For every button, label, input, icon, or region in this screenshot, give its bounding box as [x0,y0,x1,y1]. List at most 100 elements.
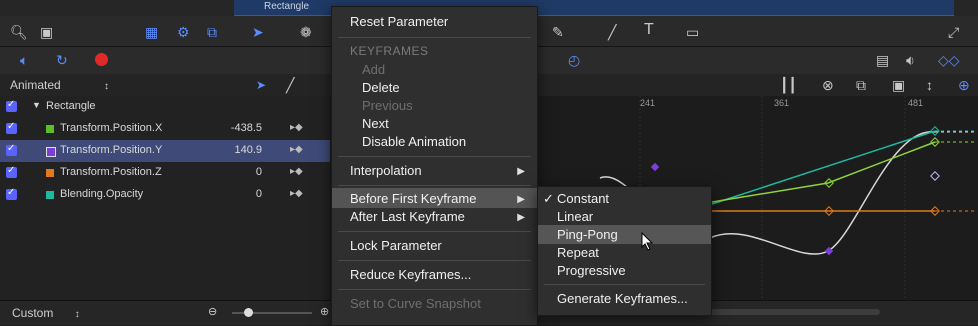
menu-item-reset-parameter[interactable]: Reset Parameter [350,14,448,29]
menu-item-disable-animation[interactable]: Disable Animation [362,134,466,149]
parameter-row[interactable]: Transform.Position.Z 0 ▸◆ [0,162,330,184]
menu-item-previous: Previous [362,98,413,113]
menu-item-before-first-keyframe[interactable]: Before First Keyframe [350,191,476,206]
row-value[interactable]: 140.9 [234,144,262,156]
mouse-cursor-icon [641,232,654,251]
snap-icon[interactable]: ↕ [926,77,933,93]
menu-separator [338,37,531,38]
color-swatch [46,147,56,157]
audio-icon[interactable]: 🔉︎ [906,52,915,68]
group-row[interactable]: ▼ Rectangle [0,96,330,118]
row-label: Transform.Position.X [60,122,163,134]
keyframe-nav-icon[interactable]: ◇◇ [938,52,960,68]
context-menu: Reset Parameter KEYFRAMES Add Delete Pre… [331,6,538,326]
film-icon[interactable]: ▤ [876,52,889,68]
keyframe-icon[interactable]: ▸◆ [290,122,303,133]
menu-item-next[interactable]: Next [362,116,389,131]
record-button[interactable] [95,53,108,66]
color-swatch [46,169,54,177]
zoom-out-icon[interactable]: ⊖ [208,305,217,318]
menu-item-lock-parameter[interactable]: Lock Parameter [350,238,442,253]
brush-icon[interactable]: ╱ [608,24,616,40]
row-label: Transform.Position.Z [60,166,162,178]
fit-curve-icon[interactable]: ⧉ [856,77,866,93]
menu-separator [338,260,531,261]
group-checkbox[interactable] [6,99,17,112]
menu-item-delete[interactable]: Delete [362,80,400,95]
submenu-item-ping-pong[interactable]: Ping-Pong [557,227,618,242]
menu-separator [544,284,705,285]
menu-header-keyframes: KEYFRAMES [350,44,429,58]
row-checkbox[interactable] [6,143,17,156]
parameter-row[interactable]: Transform.Position.Y 140.9 ▸◆ [0,140,330,162]
submenu-arrow-icon: ▶ [517,194,525,205]
ruler-tick: 361 [774,98,790,108]
select-arrow-icon[interactable]: ➤ [252,24,264,40]
pen-tool-icon[interactable]: ✎ [552,24,564,40]
search-icon[interactable]: 🔍︎ [10,24,28,40]
keyframe-icon[interactable]: ▸◆ [290,166,303,177]
timeline-ruler: 241 361 481 [540,96,978,110]
row-label: Transform.Position.Y [60,144,163,156]
menu-item-add: Add [362,62,386,77]
line-tool-icon[interactable]: ╱ [286,77,294,93]
submenu-item-constant[interactable]: Constant [557,191,609,206]
color-swatch [46,125,54,133]
parameter-list: ▼ Rectangle Transform.Position.X -438.5 … [0,96,330,300]
pointer-icon[interactable]: ➤ [256,77,266,93]
waveform-icon[interactable]: ┃┃ [780,77,797,93]
timer-icon[interactable]: ◴ [568,52,580,68]
expand-icon[interactable]: ⤢ [948,24,959,40]
text-tool-icon[interactable]: T [644,22,654,38]
color-swatch [46,191,54,199]
menu-item-interpolation[interactable]: Interpolation [350,163,422,178]
speaker-icon[interactable]: 🔈︎ [20,52,28,68]
animated-label: Animated [10,78,61,92]
row-value[interactable]: 0 [256,188,262,200]
menu-item-set-curve-snapshot: Set to Curve Snapshot [350,296,481,311]
zoom-icon[interactable]: ⊕ [958,77,970,93]
ruler-tick: 481 [908,98,924,108]
group-label: Rectangle [46,100,96,112]
layers-icon[interactable]: ⧉ [207,24,217,40]
keyframe-icon[interactable]: ▸◆ [290,144,303,155]
parameter-row[interactable]: Transform.Position.X -438.5 ▸◆ [0,118,330,140]
keyframe-icon[interactable]: ▸◆ [290,188,303,199]
loop-icon[interactable]: ↻ [56,52,68,68]
ruler-tick: 241 [640,98,656,108]
custom-label: Custom [12,306,54,320]
submenu-item-generate-keyframes[interactable]: Generate Keyframes... [557,291,688,306]
gear-icon[interactable]: ⚙ [177,24,190,40]
menu-item-after-last-keyframe[interactable]: After Last Keyframe [350,209,465,224]
submenu-item-linear[interactable]: Linear [557,209,593,224]
parameter-row[interactable]: Blending.Opacity 0 ▸◆ [0,184,330,206]
orbit-icon[interactable]: ❁ [300,24,312,40]
horizontal-scrollbar[interactable] [700,309,880,315]
zoom-slider-thumb[interactable] [244,308,253,317]
checker-icon[interactable]: ▦ [145,24,158,40]
menu-separator [338,289,531,290]
menu-separator [338,185,531,186]
menu-item-reduce-keyframes[interactable]: Reduce Keyframes... [350,267,471,282]
disclosure-triangle-icon[interactable]: ▼ [32,100,41,110]
custom-select[interactable]: Custom ↕ [12,306,80,320]
menu-separator [338,231,531,232]
submenu-item-repeat[interactable]: Repeat [557,245,599,260]
shape-tool-icon[interactable]: ▭ [686,24,699,40]
row-value[interactable]: -438.5 [231,122,262,134]
menu-separator [338,156,531,157]
row-value[interactable]: 0 [256,166,262,178]
camera-icon[interactable]: ▣ [892,77,905,93]
before-first-keyframe-submenu: ✓ Constant Linear Ping-Pong Repeat Progr… [537,186,712,316]
submenu-item-progressive[interactable]: Progressive [557,263,626,278]
row-checkbox[interactable] [6,121,17,134]
animated-filter-select[interactable]: Animated ↕ [10,78,109,92]
layout-icon[interactable]: ▣ [40,24,53,40]
chevron-updown-icon: ↕ [104,81,110,92]
close-circle-icon[interactable]: ⊗ [822,77,834,93]
row-checkbox[interactable] [6,165,17,178]
row-checkbox[interactable] [6,187,17,200]
zoom-in-icon[interactable]: ⊕ [320,305,329,318]
submenu-arrow-icon: ▶ [517,166,525,177]
submenu-arrow-icon: ▶ [517,212,525,223]
